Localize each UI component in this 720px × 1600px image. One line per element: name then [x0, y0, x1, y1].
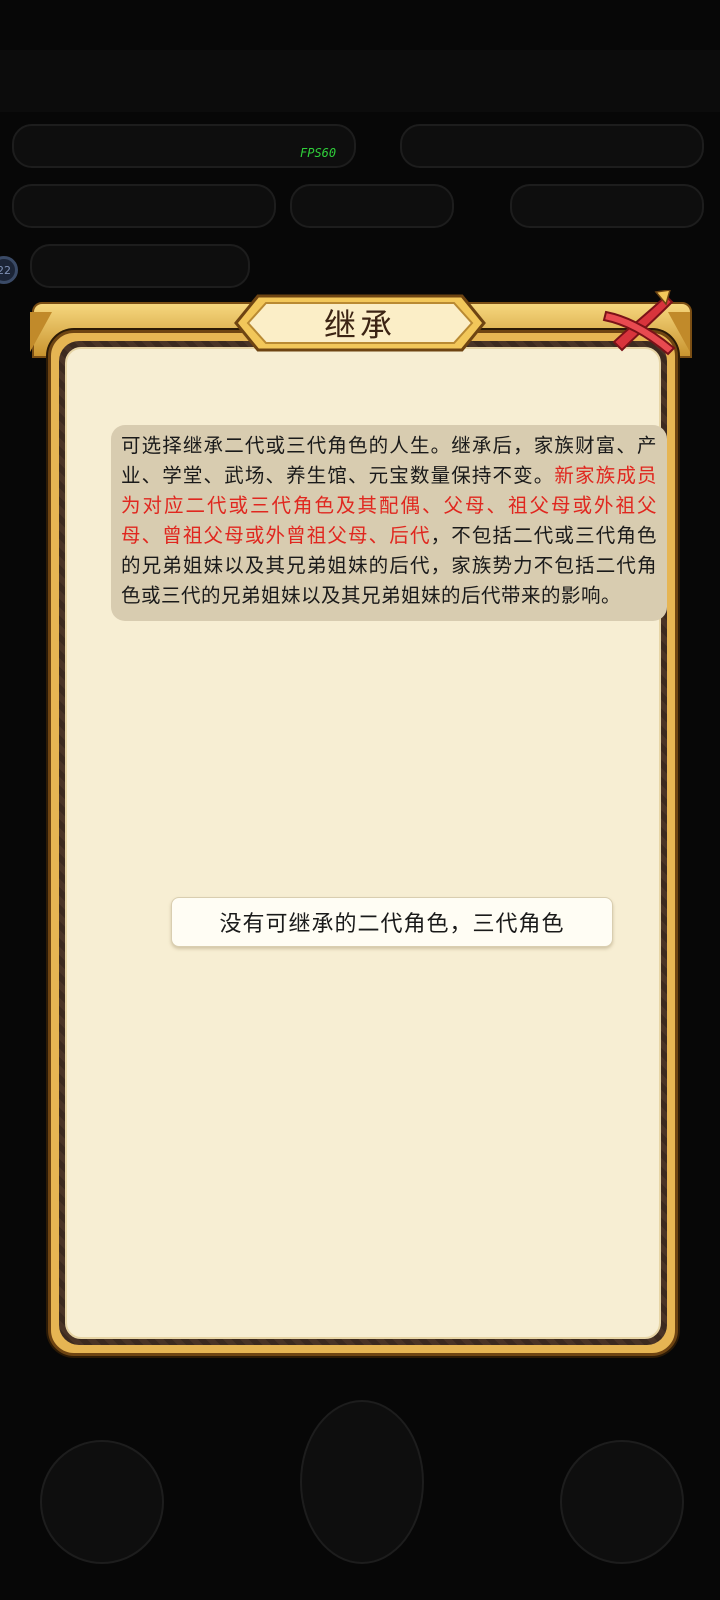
background-panel	[30, 244, 250, 288]
background-button	[560, 1440, 684, 1564]
close-x-icon	[602, 289, 676, 356]
dialog-title-plate: 继承	[218, 292, 502, 354]
empty-state-text: 没有可继承的二代角色，三代角色	[219, 912, 565, 937]
level-badge-value: 22	[0, 263, 11, 277]
close-button[interactable]	[596, 289, 688, 360]
background-panel	[510, 184, 704, 228]
dialog-frame-pattern: 可选择继承二代或三代角色的人生。继承后，家族财富、产业、学堂、武场、养生馆、元宝…	[59, 341, 667, 1345]
background-panel	[12, 184, 276, 228]
fps-counter: FPS60	[300, 146, 337, 160]
dialog-title: 继承	[323, 306, 396, 344]
background-button	[300, 1400, 424, 1564]
background-panel	[290, 184, 454, 228]
background-top-bar	[0, 50, 720, 112]
dialog-content-panel: 可选择继承二代或三代角色的人生。继承后，家族财富、产业、学堂、武场、养生馆、元宝…	[65, 347, 667, 1339]
background-panel	[400, 124, 704, 168]
empty-state-message: 没有可继承的二代角色，三代角色	[171, 897, 613, 947]
inherit-description: 可选择继承二代或三代角色的人生。继承后，家族财富、产业、学堂、武场、养生馆、元宝…	[111, 425, 667, 621]
background-button	[40, 1440, 164, 1564]
inherit-dialog: 可选择继承二代或三代角色的人生。继承后，家族财富、产业、学堂、武场、养生馆、元宝…	[30, 289, 692, 1356]
dialog-frame: 可选择继承二代或三代角色的人生。继承后，家族财富、产业、学堂、武场、养生馆、元宝…	[48, 330, 678, 1356]
